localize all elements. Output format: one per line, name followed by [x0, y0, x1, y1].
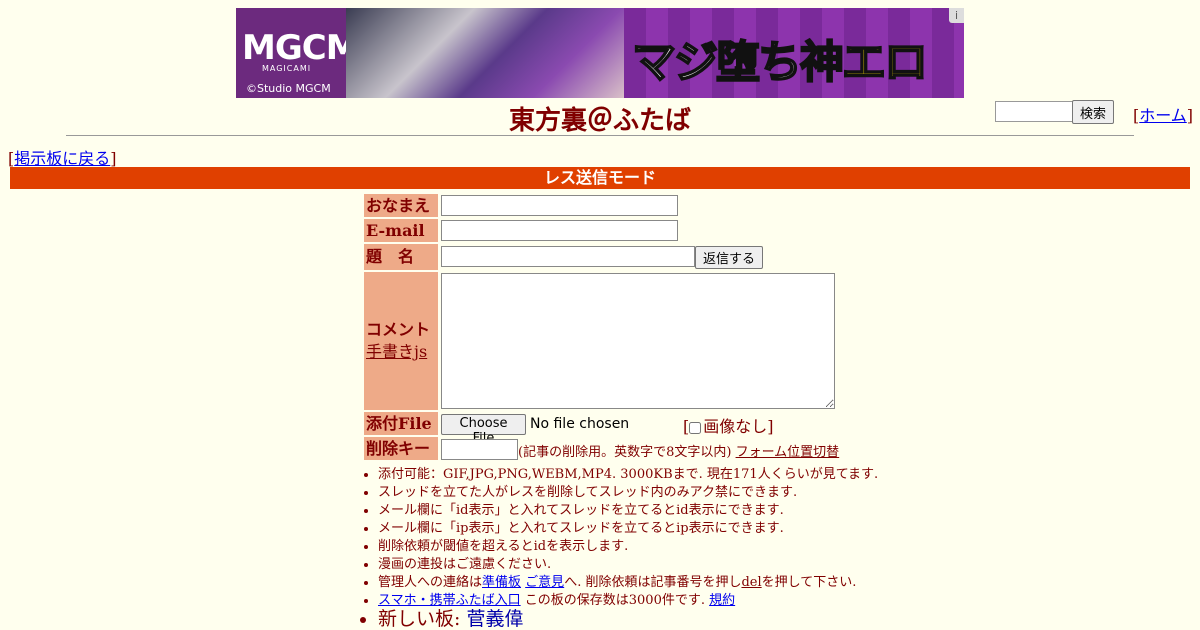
note-item: 新しい板: 菅義偉: [378, 608, 878, 630]
file-chosen-text: No file chosen: [530, 416, 630, 432]
file-label: 添付File: [364, 412, 438, 435]
header-divider: [66, 135, 1134, 136]
banner-catchphrase: マジ堕ち神エロゲ: [631, 26, 964, 98]
banner-logo-panel: MGCM MAGICAMI ©Studio MGCM: [236, 8, 360, 98]
note-item: 添付可能：GIF,JPG,PNG,WEBM,MP4. 3000KBまで. 現在1…: [378, 466, 878, 484]
catch-part: 堕: [715, 36, 761, 89]
note-text: 削除依頼が閾値を超えるとidを表示します.: [378, 539, 629, 554]
email-label: E-mail: [364, 219, 438, 242]
note-text: この板の保存数は3000件です.: [520, 593, 705, 608]
note-text: メール欄に「ip表示」と入れてスレッドを立てるとip表示にできます.: [378, 521, 784, 536]
note-item: メール欄に「id表示」と入れてスレッドを立てるとid表示にできます.: [378, 502, 878, 520]
no-image-option[interactable]: [画像なし]: [683, 413, 774, 437]
note-text: 添付可能：GIF,JPG,PNG,WEBM,MP4. 3000KBまで. 現在1…: [378, 467, 879, 482]
note-item: 漫画の連投はご遠慮ください.: [378, 556, 878, 574]
banner-logo-sub: MAGICAMI: [262, 64, 312, 73]
catch-part: 神: [799, 36, 845, 89]
submit-reply-button[interactable]: 返信する: [695, 246, 763, 269]
del-link[interactable]: del: [741, 575, 761, 590]
no-image-checkbox[interactable]: [689, 421, 702, 434]
bracket: ]: [1186, 106, 1194, 125]
reply-mode-bar: レス送信モード: [10, 167, 1190, 189]
back-to-board-link[interactable]: 掲示板に戻る: [14, 149, 110, 168]
ad-info-icon[interactable]: i: [949, 8, 964, 23]
delete-key-input[interactable]: [441, 439, 518, 460]
banner-copyright: ©Studio MGCM: [246, 82, 331, 95]
delete-key-note: (記事の削除用。英数字で8文字以内) フォーム位置切替: [518, 441, 839, 460]
home-link[interactable]: ホーム: [1139, 106, 1187, 125]
note-item: 削除依頼が閾値を超えるとidを表示します.: [378, 538, 878, 556]
note-text: 管理人への連絡は: [378, 575, 483, 590]
subject-input[interactable]: [441, 246, 695, 267]
name-label: おなまえ: [364, 194, 438, 217]
note-text: メール欄に「id表示」と入れてスレッドを立てるとid表示にできます.: [378, 503, 784, 518]
subject-label: 題 名: [364, 244, 438, 270]
banner-artwork: [346, 8, 624, 98]
board-notes: 添付可能：GIF,JPG,PNG,WEBM,MP4. 3000KBまで. 現在1…: [360, 466, 878, 630]
no-image-label: 画像なし: [703, 417, 768, 436]
home-link-wrapper: [ホーム]: [1133, 102, 1193, 126]
delete-key-hint: (記事の削除用。英数字で8文字以内): [518, 445, 732, 460]
bracket: ]: [110, 149, 117, 168]
note-text: スレッドを立てた人がレスを削除してスレッド内のみアク禁にできます.: [378, 485, 798, 500]
note-text: を押して下さい.: [761, 575, 857, 590]
note-item: メール欄に「ip表示」と入れてスレッドを立てるとip表示にできます.: [378, 520, 878, 538]
handwriting-js-link[interactable]: 手書きjs: [366, 342, 427, 361]
choose-file-button[interactable]: Choose File: [441, 414, 526, 446]
comment-label: コメント: [366, 320, 431, 339]
note-text: へ. 削除依頼は記事番号を押し: [564, 575, 742, 590]
name-input[interactable]: [441, 195, 678, 216]
new-board-label: 新しい板:: [378, 608, 467, 630]
prep-board-link[interactable]: 準備板: [482, 575, 521, 590]
catch-part: ち: [757, 36, 803, 89]
email-input[interactable]: [441, 220, 678, 241]
mobile-entrance-link[interactable]: スマホ・携帯ふたば入口: [378, 593, 521, 608]
form-position-toggle-link[interactable]: フォーム位置切替: [736, 445, 840, 460]
note-text: 漫画の連投はご遠慮ください.: [378, 557, 552, 572]
back-link-wrapper: [掲示板に戻る]: [8, 145, 117, 169]
rules-link[interactable]: 規約: [709, 593, 735, 608]
banner-ad[interactable]: MGCM MAGICAMI ©Studio MGCM マジ堕ち神エロゲ i: [236, 8, 964, 98]
bracket: ]: [767, 417, 774, 436]
note-item: 管理人への連絡は準備板 ご意見へ. 削除依頼は記事番号を押しdelを押して下さい…: [378, 574, 878, 592]
comment-textarea[interactable]: [441, 273, 835, 409]
banner-catch-panel: マジ堕ち神エロゲ: [624, 8, 964, 98]
catch-part: マジ: [631, 36, 719, 89]
search-button[interactable]: 検索: [1072, 100, 1114, 124]
banner-logo: MGCM: [242, 28, 360, 68]
note-item: スレッドを立てた人がレスを削除してスレッド内のみアク禁にできます.: [378, 484, 878, 502]
new-board-link[interactable]: 菅義偉: [466, 608, 523, 630]
search-input[interactable]: [995, 101, 1077, 122]
comment-label-cell: コメント 手書きjs: [364, 272, 438, 410]
delete-key-label: 削除キー: [364, 437, 438, 460]
feedback-link[interactable]: ご意見: [525, 575, 564, 590]
